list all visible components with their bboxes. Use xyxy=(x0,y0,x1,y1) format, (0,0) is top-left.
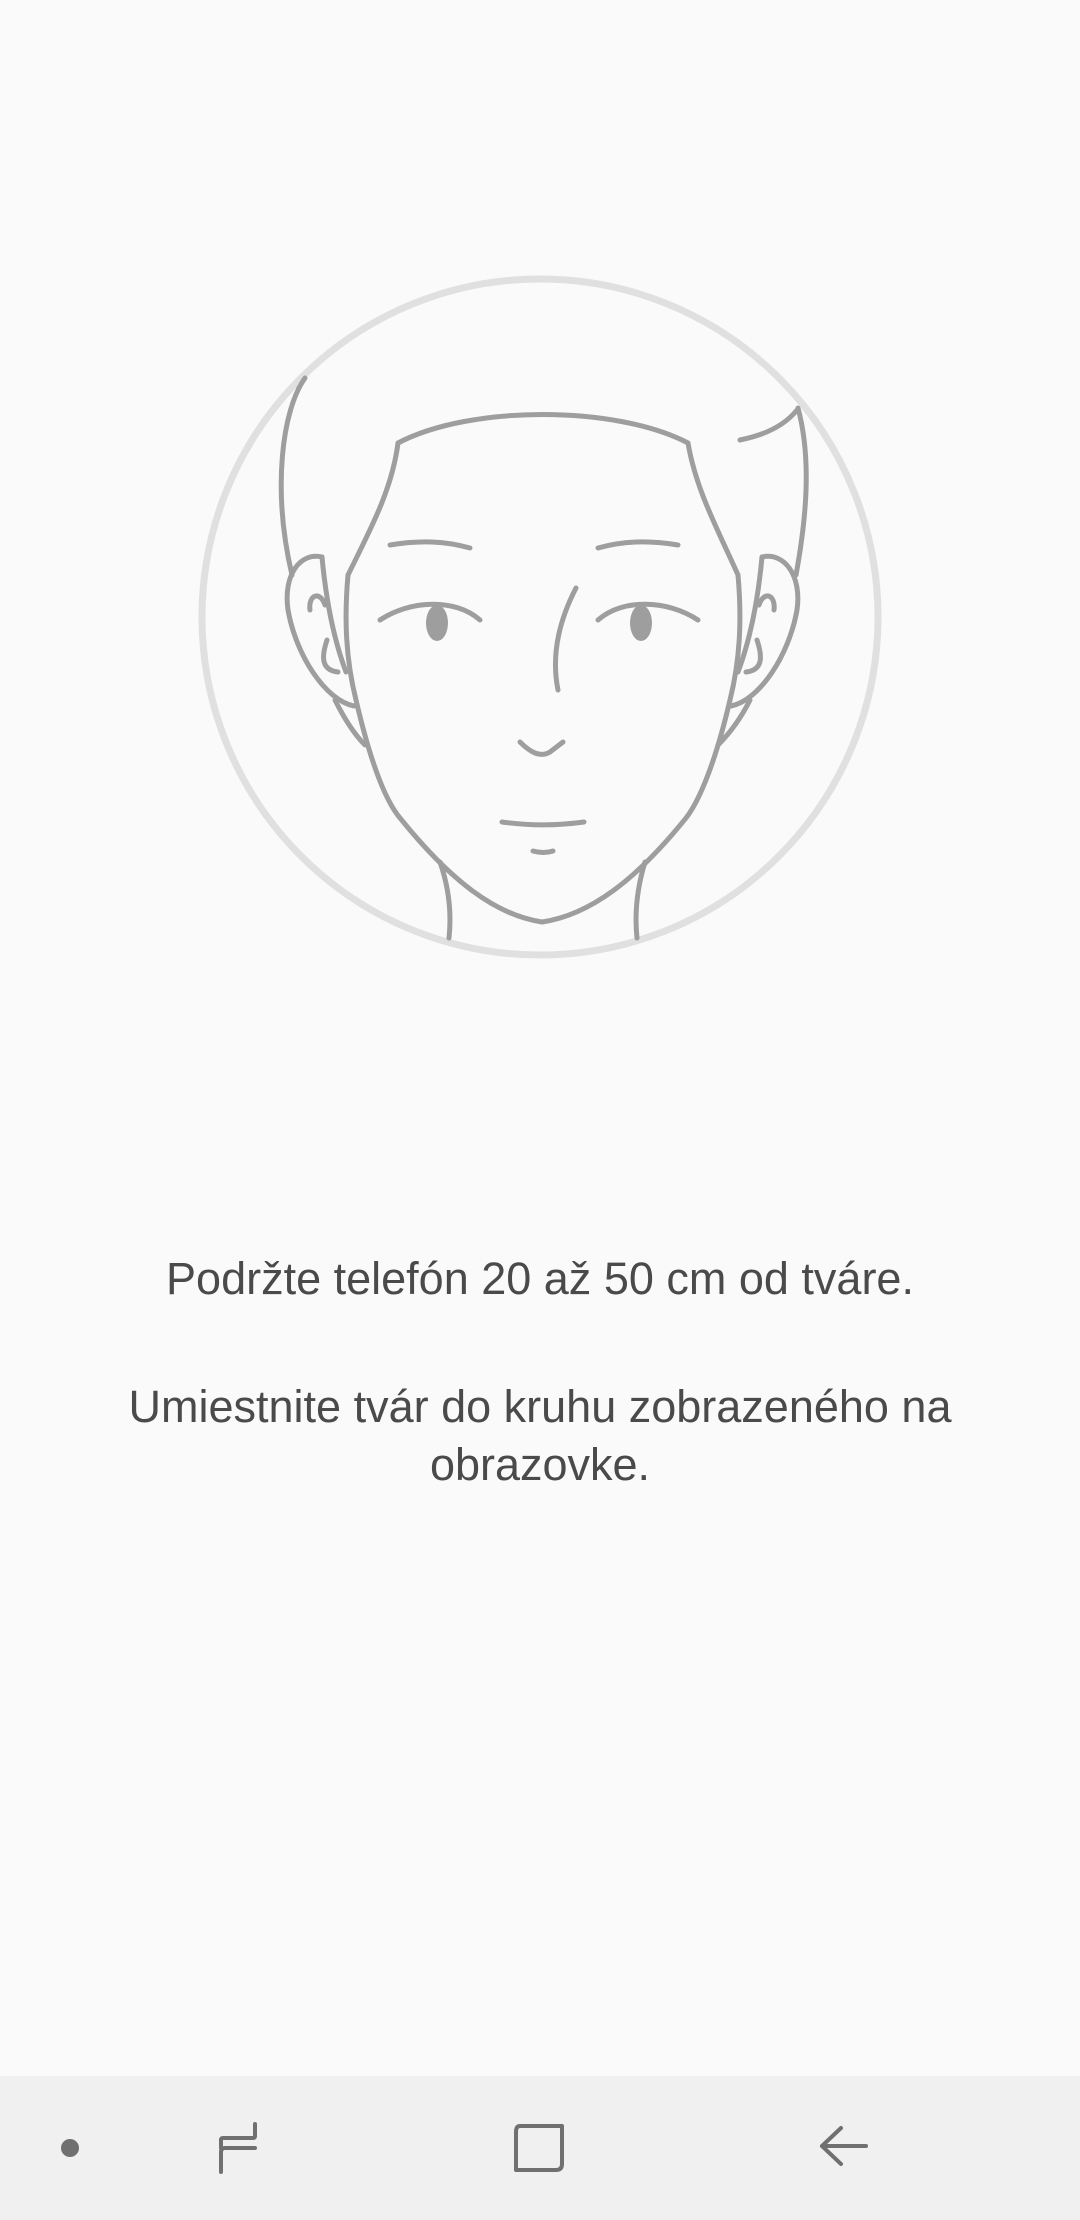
home-button[interactable] xyxy=(480,2076,600,2220)
home-icon xyxy=(514,2124,564,2172)
nav-dot-button[interactable] xyxy=(20,2076,120,2220)
back-icon xyxy=(820,2126,868,2166)
left-pupil xyxy=(426,605,448,641)
face-drawing xyxy=(278,375,809,941)
navigation-bar xyxy=(0,2076,1080,2220)
distance-instruction: Podržte telefón 20 až 50 cm od tváre. xyxy=(166,1253,914,1304)
face-recognition-screen: Podržte telefón 20 až 50 cm od tváre. Um… xyxy=(0,0,1080,2220)
dot-indicator-icon xyxy=(61,2139,79,2157)
right-pupil xyxy=(630,605,652,641)
recent-apps-icon xyxy=(219,2122,257,2174)
back-button[interactable] xyxy=(784,2076,904,2220)
face-guide-illustration xyxy=(198,275,882,959)
recent-apps-button[interactable] xyxy=(178,2076,298,2220)
position-instruction: Umiestnite tvár do kruhu zobrazeného na … xyxy=(128,1381,952,1490)
instructions: Podržte telefón 20 až 50 cm od tváre. Um… xyxy=(60,1250,1020,1494)
